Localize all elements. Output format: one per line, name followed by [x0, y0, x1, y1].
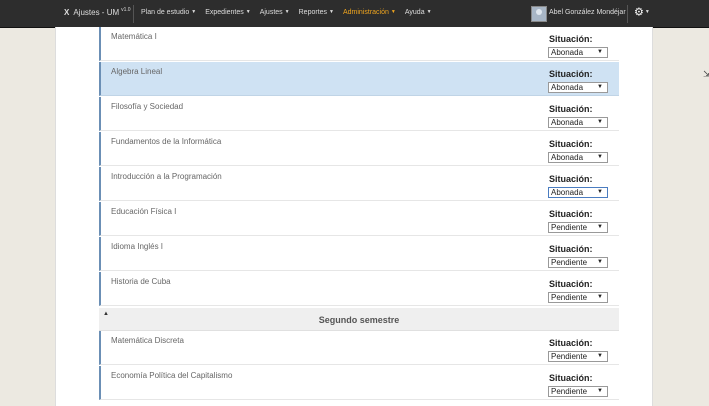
dropdown-arrow-icon: ▼	[597, 294, 603, 300]
avatar[interactable]	[531, 6, 547, 22]
menu-reportes[interactable]: Reportes ▼	[299, 9, 334, 16]
subject-row: Educación Física I Situación: Pendiente ▼	[99, 202, 619, 236]
situation-label: Situación:	[549, 209, 593, 219]
situation-select[interactable]: Pendiente ▼	[548, 257, 608, 268]
semester-header[interactable]: ▲ Segundo semestre	[99, 308, 619, 331]
subject-name: Historia de Cuba	[111, 277, 171, 286]
dropdown-arrow-icon: ▼	[597, 154, 603, 160]
user-name[interactable]: Abel González Mondéjar	[549, 9, 626, 16]
chevron-down-icon: ▼	[390, 9, 396, 16]
chevron-down-icon: ▼	[191, 9, 197, 16]
subject-name: Fundamentos de la Informática	[111, 137, 222, 146]
top-navbar: X Ajustes - UM v1.0 Plan de estudio ▼ Exp…	[0, 0, 709, 28]
situation-label: Situación:	[549, 373, 593, 383]
subject-name: Matemática Discreta	[111, 336, 184, 345]
menu-expedientes[interactable]: Expedientes ▼	[205, 9, 250, 16]
dropdown-arrow-icon: ▼	[597, 224, 603, 230]
dropdown-arrow-icon: ▼	[597, 259, 603, 265]
app-name: Ajustes - UM	[73, 8, 120, 17]
subject-row: Algebra Lineal Situación: Abonada ▼	[99, 62, 619, 96]
dropdown-arrow-icon: ▼	[597, 189, 603, 195]
dropdown-arrow-icon: ▼	[597, 84, 603, 90]
nav-divider	[627, 5, 628, 23]
subject-name: Educación Física I	[111, 207, 177, 216]
chevron-down-icon: ▼	[245, 9, 251, 16]
subject-name: Filosofía y Sociedad	[111, 102, 184, 111]
chevron-down-icon: ▼	[426, 9, 432, 16]
situation-select[interactable]: Pendiente ▼	[548, 222, 608, 233]
subject-row: Historia de Cuba Situación: Pendiente ▼	[99, 272, 619, 306]
chevron-down-icon: ▼	[284, 9, 290, 16]
chevron-down-icon: ▼	[329, 9, 334, 16]
app-brand[interactable]: X Ajustes - UM v1.0	[64, 7, 131, 18]
app-version: v1.0	[121, 7, 131, 13]
subject-row: Economía Política del Capitalismo Situac…	[99, 366, 619, 400]
situation-label: Situación:	[549, 104, 593, 114]
situation-label: Situación:	[549, 244, 593, 254]
situation-select[interactable]: Pendiente ▼	[548, 351, 608, 362]
menu-ayuda[interactable]: Ayuda ▼	[405, 9, 432, 16]
chevron-down-icon: ▼	[644, 9, 650, 15]
subject-name: Matemática I	[111, 32, 157, 41]
dropdown-arrow-icon: ▼	[597, 119, 603, 125]
nav-divider	[133, 5, 134, 23]
dropdown-arrow-icon: ▼	[597, 49, 603, 55]
situation-select[interactable]: Abonada ▼	[548, 82, 608, 93]
settings-menu[interactable]: ⚙▼	[634, 7, 650, 18]
situation-label: Situación:	[549, 174, 593, 184]
situation-select[interactable]: Abonada ▼	[548, 187, 608, 198]
situation-select[interactable]: Pendiente ▼	[548, 292, 608, 303]
situation-label: Situación:	[549, 34, 593, 44]
situation-select[interactable]: Abonada ▼	[548, 47, 608, 58]
main-menu: Plan de estudio ▼ Expedientes ▼ Ajustes ▼ R…	[141, 9, 432, 16]
subject-name: Idioma Inglés I	[111, 242, 164, 251]
subject-name: Introducción a la Programación	[111, 172, 222, 181]
app-logo-icon: X	[64, 8, 70, 17]
menu-administracion[interactable]: Administración ▼	[343, 9, 396, 16]
situation-select[interactable]: Abonada ▼	[548, 152, 608, 163]
semester-title: Segundo semestre	[318, 315, 400, 325]
subject-row: Matemática I Situación: Abonada ▼	[99, 27, 619, 61]
subject-row: Idioma Inglés I Situación: Pendiente ▼	[99, 237, 619, 271]
subject-name: Algebra Lineal	[111, 67, 163, 76]
situation-label: Situación:	[549, 69, 593, 79]
subject-row: Introducción a la Programación Situación…	[99, 167, 619, 201]
subject-row: Matemática Discreta Situación: Pendiente…	[99, 331, 619, 365]
subject-row: Filosofía y Sociedad Situación: Abonada ▼	[99, 97, 619, 131]
situation-label: Situación:	[549, 338, 593, 348]
menu-ajustes[interactable]: Ajustes ▼	[260, 9, 290, 16]
situation-label: Situación:	[549, 279, 593, 289]
resize-cursor-icon: ⇲	[703, 69, 709, 79]
situation-select[interactable]: Abonada ▼	[548, 117, 608, 128]
subject-row: Fundamentos de la Informática Situación:…	[99, 132, 619, 166]
situation-select[interactable]: Pendiente ▼	[548, 386, 608, 397]
situation-label: Situación:	[549, 139, 593, 149]
dropdown-arrow-icon: ▼	[597, 388, 603, 394]
menu-plan-de-estudio[interactable]: Plan de estudio ▼	[141, 9, 196, 16]
gear-icon: ⚙	[634, 6, 644, 19]
subject-name: Economía Política del Capitalismo	[111, 371, 233, 380]
dropdown-arrow-icon: ▼	[597, 353, 603, 359]
